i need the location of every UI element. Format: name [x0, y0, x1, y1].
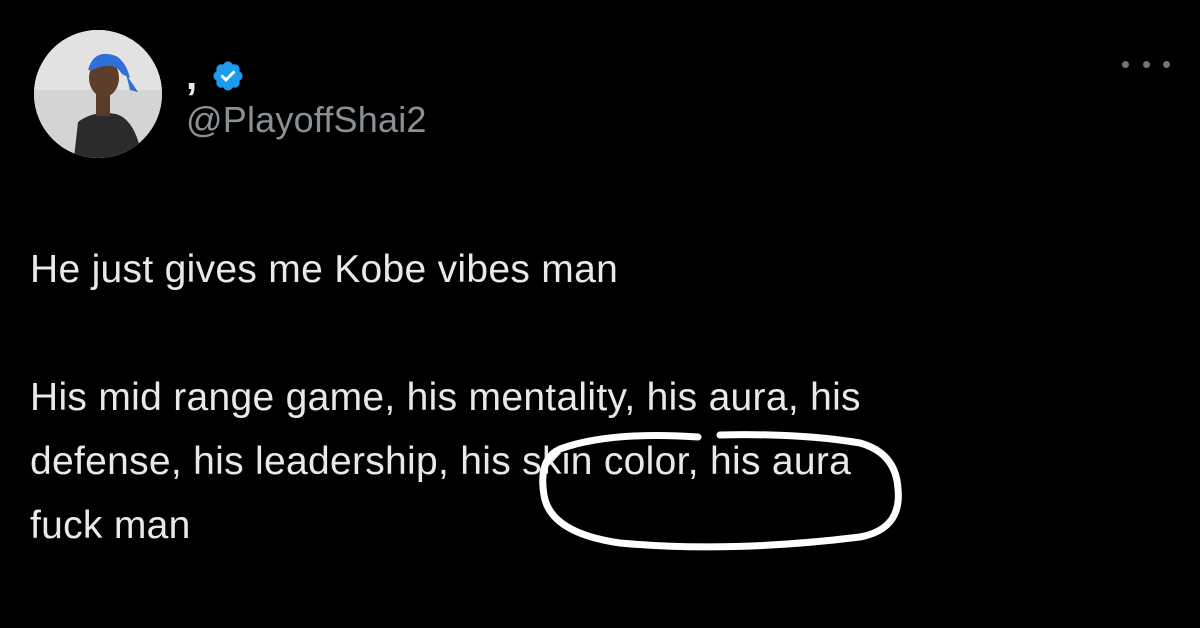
- dot: [1142, 60, 1150, 68]
- tweet-card: , @PlayoffShai2 He just gives me Kobe vi…: [0, 0, 1200, 628]
- verified-badge-icon: [211, 59, 245, 93]
- tweet-line-2: His mid range game, his mentality, his a…: [30, 376, 861, 419]
- dot: [1122, 60, 1129, 68]
- tweet-line-3: defense, his leadership, his skin color,…: [30, 440, 852, 483]
- avatar-photo: [34, 30, 162, 158]
- author-handle[interactable]: @PlayoffShai2: [186, 98, 427, 142]
- tweet-line-1: He just gives me Kobe vibes man: [30, 248, 619, 291]
- tweet-line-4: fuck man: [30, 504, 191, 547]
- author-name-row: ,: [186, 54, 245, 98]
- more-options-icon[interactable]: [1122, 52, 1170, 76]
- dot: [1163, 60, 1170, 68]
- display-name[interactable]: ,: [186, 56, 197, 96]
- tweet-text: He just gives me Kobe vibes man His mid …: [30, 238, 1160, 558]
- avatar[interactable]: [34, 30, 162, 158]
